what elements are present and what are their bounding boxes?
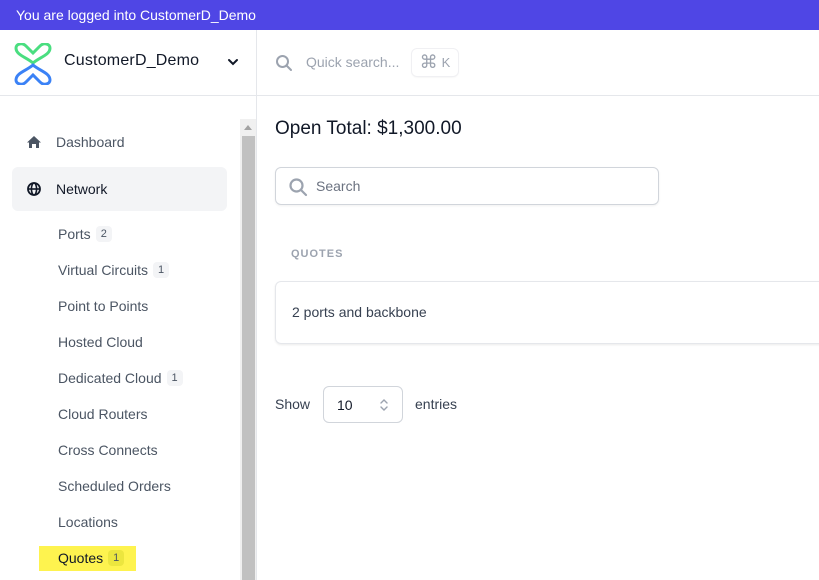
sidebar-subitem-label: Scheduled Orders <box>58 478 171 494</box>
entries-value: 10 <box>337 397 353 413</box>
open-total: Open Total: $1,300.00 <box>275 118 462 139</box>
sidebar-subitem-virtual-circuits[interactable]: Virtual Circuits 1 <box>58 260 170 280</box>
select-arrows-icon <box>380 399 388 411</box>
quote-item[interactable]: 2 ports and backbone <box>275 281 819 344</box>
logo-icon <box>14 43 52 85</box>
sidebar-subitem-label: Cross Connects <box>58 442 158 458</box>
sidebar-item-label: Network <box>56 181 108 197</box>
search-placeholder: Search <box>316 178 361 194</box>
sidebar-subitem-scheduled-orders[interactable]: Scheduled Orders <box>58 476 171 496</box>
shortcut-key: K <box>441 55 451 70</box>
sidebar-subitem-cloud-routers[interactable]: Cloud Routers <box>58 404 148 424</box>
sidebar-subitem-cross-connects[interactable]: Cross Connects <box>58 440 158 460</box>
sidebar-subitem-hosted-cloud[interactable]: Hosted Cloud <box>58 332 143 352</box>
sidebar-subitem-label: Hosted Cloud <box>58 334 143 350</box>
command-icon: ⌘ <box>419 52 438 72</box>
quick-search-input[interactable]: Quick search... <box>306 54 399 70</box>
entries-label: entries <box>415 396 458 412</box>
chevron-down-icon[interactable] <box>226 55 240 69</box>
count-badge: 2 <box>95 226 112 242</box>
search-icon <box>276 55 292 71</box>
sidebar-subitem-label: Point to Points <box>58 298 149 314</box>
sidebar-subitem-label: Locations <box>58 514 118 530</box>
sidebar-subitem-point-to-points[interactable]: Point to Points <box>58 296 148 316</box>
sidebar-subitem-dedicated-cloud[interactable]: Dedicated Cloud 1 <box>58 368 183 388</box>
count-badge: 1 <box>153 262 170 278</box>
section-label: QUOTES <box>291 248 344 260</box>
main-content: Open Total: $1,300.00 Search QUOTES 2 po… <box>257 96 819 580</box>
org-name: CustomerD_Demo <box>64 52 200 69</box>
sidebar-item-label: Dashboard <box>56 134 125 150</box>
sidebar-subitem-label: Cloud Routers <box>58 406 148 422</box>
sidebar-item-dashboard[interactable]: Dashboard <box>12 120 227 164</box>
sidebar-subitem-locations[interactable]: Locations <box>58 512 118 532</box>
login-banner: You are logged into CustomerD_Demo <box>0 0 819 30</box>
sidebar-subitem-quotes[interactable]: Quotes 1 <box>58 548 125 568</box>
shortcut-hint: ⌘ K <box>412 49 458 76</box>
home-icon <box>26 134 42 150</box>
scroll-up-arrow-icon[interactable] <box>240 119 256 136</box>
sidebar-scrollbar[interactable] <box>240 119 256 580</box>
sidebar-item-network[interactable]: Network <box>12 167 227 211</box>
show-label: Show <box>275 396 311 412</box>
topbar: Quick search... ⌘ K <box>257 30 819 96</box>
sidebar-subitem-label: Virtual Circuits <box>58 262 148 278</box>
entries-per-page-select[interactable]: 10 <box>323 386 403 423</box>
count-badge: 1 <box>166 370 183 386</box>
sidebar-subitem-label: Dedicated Cloud <box>58 370 162 386</box>
scrollbar-thumb[interactable] <box>242 136 255 580</box>
org-switcher[interactable]: CustomerD_Demo <box>0 30 257 96</box>
sidebar-subitem-label: Ports <box>58 226 91 242</box>
quotes-search-input[interactable]: Search <box>275 167 659 205</box>
quote-name: 2 ports and backbone <box>292 304 427 320</box>
sidebar-subitem-label: Quotes <box>58 550 104 566</box>
globe-icon <box>26 181 42 197</box>
count-badge: 1 <box>108 550 125 566</box>
search-icon <box>289 178 308 197</box>
sidebar-subitem-ports[interactable]: Ports 2 <box>58 224 112 244</box>
